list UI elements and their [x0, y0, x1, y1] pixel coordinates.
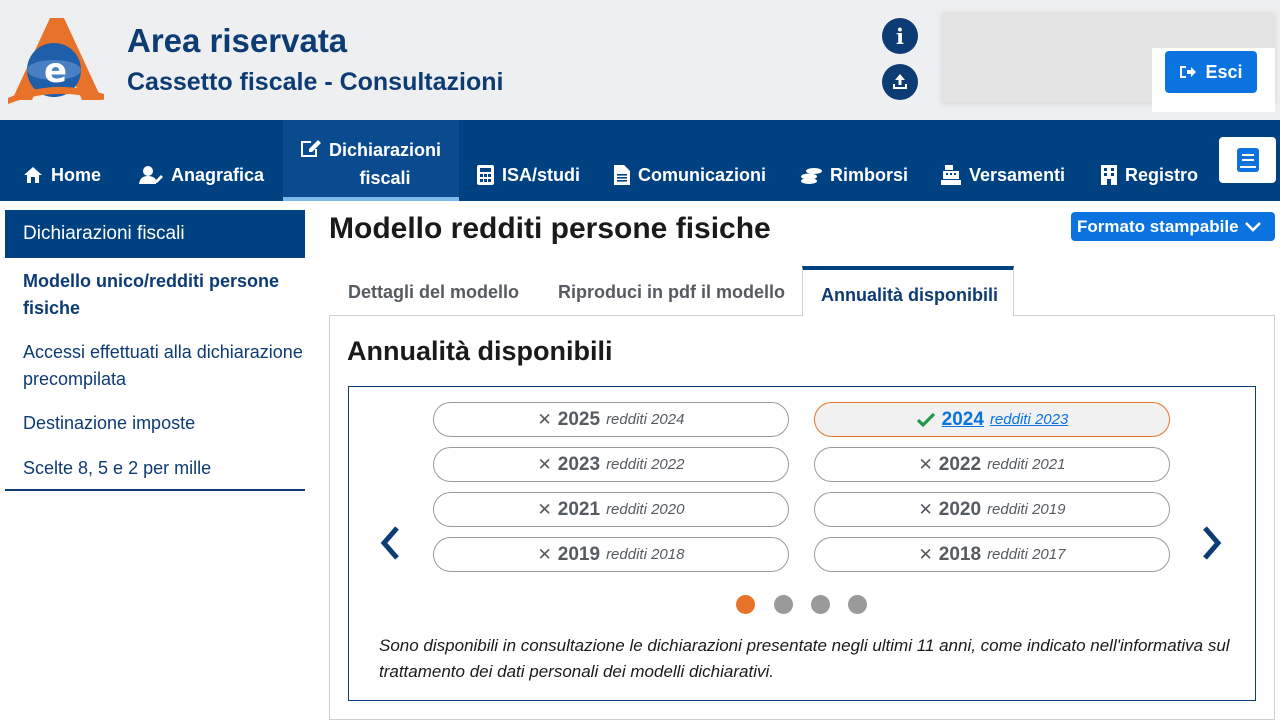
svg-text:e: e [44, 51, 67, 91]
tab-riproduci-pdf[interactable]: Riproduci in pdf il modello [558, 282, 785, 303]
year-option-2023[interactable]: ✕ 2023 redditi 2022 [433, 447, 789, 482]
info-icon: i [896, 23, 904, 49]
unavailable-icon: ✕ [537, 544, 552, 564]
upload-button[interactable] [882, 64, 918, 100]
unavailable-icon: ✕ [537, 499, 552, 519]
document-icon [614, 165, 630, 185]
upload-icon [893, 74, 907, 89]
chevron-right-icon[interactable] [1200, 524, 1224, 562]
edit-document-icon [301, 140, 321, 157]
sidebar-item-modello-unico[interactable]: Modello unico/redditi persone fisiche [23, 268, 305, 322]
coins-icon [801, 168, 822, 184]
logout-button[interactable]: Esci [1165, 51, 1257, 93]
sidebar-item-destinazione-imposte[interactable]: Destinazione imposte [23, 410, 305, 437]
year-option-2025[interactable]: ✕ 2025 redditi 2024 [433, 402, 789, 437]
nav-item-rimborsi[interactable]: Rimborsi [801, 162, 908, 188]
nav-item-isa-studi[interactable]: ISA/studi [477, 162, 580, 188]
building-icon [1101, 165, 1117, 185]
home-icon [24, 167, 42, 183]
year-option-2021[interactable]: ✕ 2021 redditi 2020 [433, 492, 789, 527]
nav-item-versamenti[interactable]: Versamenti [941, 162, 1065, 188]
carousel-dot-1[interactable] [736, 595, 755, 614]
nav-item-home[interactable]: Home [23, 162, 101, 188]
agenzia-entrate-logo: e [8, 18, 104, 104]
sidebar-divider [5, 489, 305, 491]
unavailable-icon: ✕ [537, 409, 552, 429]
book-icon [1236, 148, 1259, 172]
page-header-subtitle: Cassetto fiscale - Consultazioni [127, 68, 504, 96]
year-option-2024[interactable]: 2024 redditi 2023 [814, 402, 1170, 437]
year-option-2019[interactable]: ✕ 2019 redditi 2018 [433, 537, 789, 572]
nav-item-anagrafica[interactable]: Anagrafica [139, 162, 264, 188]
manual-button[interactable] [1219, 137, 1276, 183]
unavailable-icon: ✕ [918, 499, 933, 519]
year-option-2020[interactable]: ✕ 2020 redditi 2019 [814, 492, 1170, 527]
tab-dettagli-modello[interactable]: Dettagli del modello [348, 282, 519, 303]
logout-icon [1180, 66, 1197, 78]
nav-item-comunicazioni[interactable]: Comunicazioni [614, 162, 766, 188]
main-navigation: Home Anagrafica Dichiarazioni fiscali IS… [0, 120, 1280, 201]
unavailable-icon: ✕ [918, 454, 933, 474]
calculator-icon [477, 165, 494, 185]
cash-register-icon [941, 165, 961, 185]
unavailable-icon: ✕ [918, 544, 933, 564]
app-header: e Area riservata Cassetto fiscale - Cons… [0, 0, 1280, 120]
print-format-label: Formato stampabile [1077, 216, 1239, 236]
sidebar-item-scelte-per-mille[interactable]: Scelte 8, 5 e 2 per mille [23, 455, 305, 482]
chevron-left-icon[interactable] [378, 524, 402, 562]
year-option-2022[interactable]: ✕ 2022 redditi 2021 [814, 447, 1170, 482]
sidebar-item-accessi[interactable]: Accessi effettuati alla dichiarazione pr… [23, 339, 305, 393]
logout-label: Esci [1205, 61, 1243, 82]
check-icon [916, 412, 935, 427]
year-option-2018[interactable]: ✕ 2018 redditi 2017 [814, 537, 1170, 572]
carousel-dot-4[interactable] [848, 595, 867, 614]
availability-note: Sono disponibili in consultazione le dic… [379, 636, 1230, 681]
sidebar-heading: Dichiarazioni fiscali [5, 210, 305, 258]
user-icon [139, 166, 163, 184]
panel-title: Annualità disponibili [347, 336, 613, 366]
nav-item-registro[interactable]: Registro [1101, 162, 1198, 188]
info-button[interactable]: i [882, 18, 918, 54]
tab-annualita-disponibili[interactable]: Annualità disponibili [802, 266, 1014, 316]
unavailable-icon: ✕ [537, 454, 552, 474]
carousel-dot-3[interactable] [811, 595, 830, 614]
print-format-button[interactable]: Formato stampabile [1071, 212, 1275, 241]
chevron-down-icon [1244, 221, 1261, 232]
carousel-dot-2[interactable] [774, 595, 793, 614]
page-header-title: Area riservata [127, 22, 348, 59]
page-title: Modello redditi persone fisiche [329, 212, 771, 245]
nav-item-dichiarazioni-fiscali[interactable]: Dichiarazioni fiscali [283, 120, 459, 201]
